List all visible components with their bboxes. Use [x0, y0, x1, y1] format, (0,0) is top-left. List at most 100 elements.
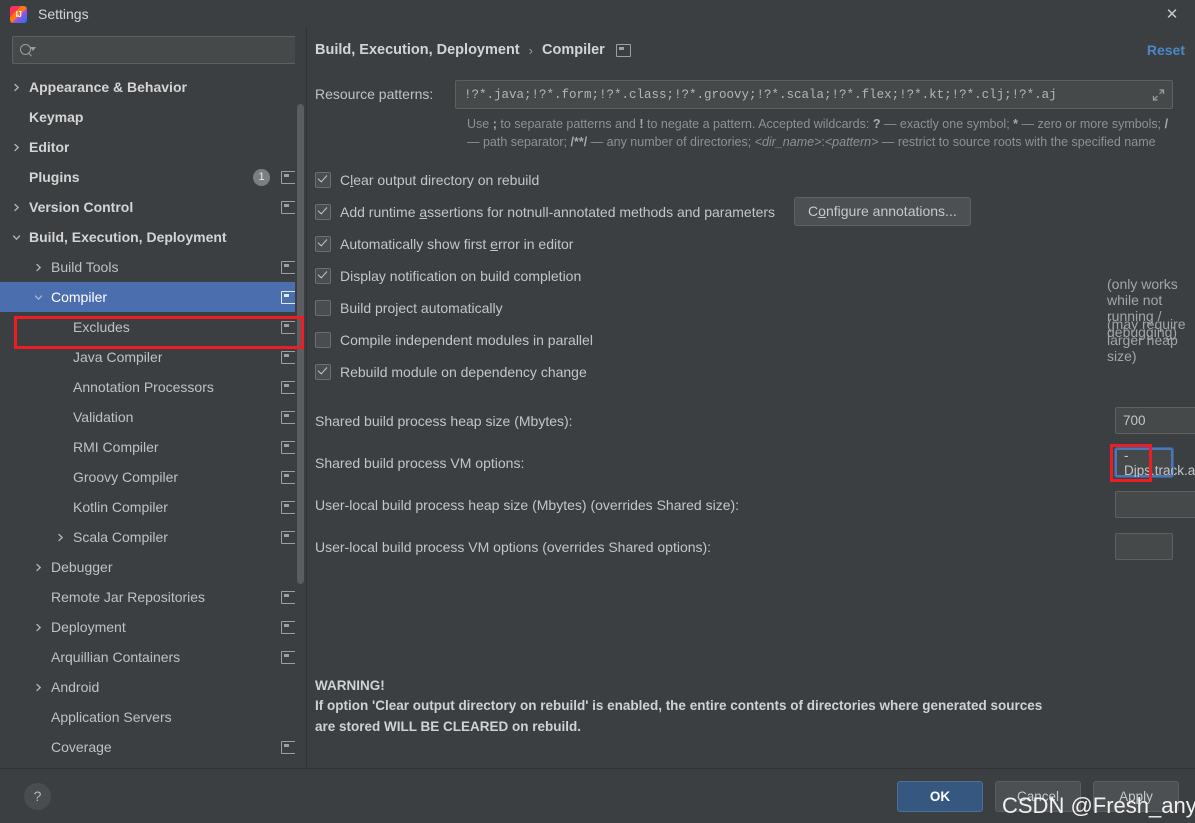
option-row: Compile independent modules in parallel (… [315, 316, 1195, 364]
compiler-options-list: Clear output directory on rebuild Add run… [307, 164, 1195, 388]
project-settings-icon [281, 740, 296, 754]
checkbox-label[interactable]: Build project automatically [340, 300, 503, 316]
sidebar-item-editor[interactable]: Editor [0, 132, 306, 162]
checkbox[interactable] [315, 235, 331, 252]
label-mnemonic: e [490, 235, 498, 252]
checkbox-label[interactable]: Automatically show first error in editor [340, 236, 573, 252]
sidebar-item-label: Arquillian Containers [51, 649, 181, 665]
search-input[interactable] [35, 41, 289, 59]
sidebar-item-rmi-compiler[interactable]: RMI Compiler [0, 432, 306, 462]
checkbox[interactable] [315, 331, 331, 348]
sidebar-item-android[interactable]: Android [0, 672, 306, 702]
resource-patterns-label: Resource patterns: [315, 86, 434, 102]
sidebar-item-excludes[interactable]: Excludes [0, 312, 306, 342]
label-post: ear output directory on rebuild [353, 171, 540, 188]
chevron-right-icon[interactable] [10, 83, 23, 92]
dialog-footer: ? OK Cancel Apply [0, 768, 1195, 823]
sidebar-item-label: Build Tools [51, 259, 119, 275]
configure-annotations-button[interactable]: Configure annotations... [794, 197, 971, 226]
heap-size-input[interactable]: 700 [1115, 407, 1195, 434]
breadcrumb-parent[interactable]: Build, Execution, Deployment [315, 42, 520, 58]
checkbox[interactable] [315, 171, 331, 188]
resource-patterns-input[interactable]: !?*.java;!?*.form;!?*.class;!?*.groovy;!… [455, 80, 1173, 109]
search-box[interactable] [12, 36, 297, 64]
chevron-right-icon[interactable] [54, 533, 67, 542]
field-label: Shared build process VM options: [315, 454, 525, 471]
chevron-down-icon[interactable] [32, 293, 45, 302]
help-button[interactable]: ? [24, 782, 51, 810]
project-settings-icon [281, 200, 296, 214]
close-icon[interactable]: ✕ [1149, 0, 1195, 28]
checkbox[interactable] [315, 363, 331, 380]
chevron-right-icon[interactable] [32, 623, 45, 632]
warning-message: WARNING! If option 'Clear output directo… [315, 676, 1177, 737]
sidebar-item-label: Plugins [29, 169, 80, 185]
label-mnemonic: a [419, 203, 428, 220]
sidebar-item-keymap[interactable]: Keymap [0, 102, 306, 132]
sidebar-item-build-tools[interactable]: Build Tools [0, 252, 306, 282]
checkbox[interactable] [315, 299, 331, 316]
vm-options-input[interactable] [1115, 533, 1173, 560]
checkbox[interactable] [315, 267, 331, 284]
field-label: Shared build process heap size (Mbytes): [315, 412, 573, 429]
project-settings-icon [281, 530, 296, 544]
sidebar-item-build-execution-deployment[interactable]: Build, Execution, Deployment [0, 222, 306, 252]
sidebar-item-remote-jar-repositories[interactable]: Remote Jar Repositories [0, 582, 306, 612]
sidebar-item-java-compiler[interactable]: Java Compiler [0, 342, 306, 372]
checkbox-label[interactable]: Compile independent modules in parallel [340, 332, 593, 348]
checkbox-label[interactable]: Rebuild module on dependency change [340, 364, 587, 380]
project-settings-icon [281, 470, 296, 484]
sidebar-item-plugins[interactable]: Plugins 1 [0, 162, 306, 192]
field-label: User-local build process heap size (Mbyt… [315, 496, 740, 513]
sidebar-item-kotlin-compiler[interactable]: Kotlin Compiler [0, 492, 306, 522]
sidebar-item-label: Editor [29, 139, 70, 155]
sidebar-item-label: Excludes [73, 319, 130, 335]
chevron-right-icon[interactable] [32, 563, 45, 572]
checkbox-label[interactable]: Clear output directory on rebuild [340, 172, 539, 188]
sidebar-item-scala-compiler[interactable]: Scala Compiler [0, 522, 306, 552]
field-value: 700 [1123, 413, 1146, 428]
heap-size-input[interactable] [1115, 491, 1195, 518]
reset-link[interactable]: Reset [1147, 42, 1185, 58]
chevron-right-icon[interactable] [32, 683, 45, 692]
sidebar-item-annotation-processors[interactable]: Annotation Processors [0, 372, 306, 402]
vm-options-input[interactable]: -Djps.track.ap.dependencies=false [1114, 447, 1195, 478]
sidebar-item-coverage[interactable]: Coverage [0, 732, 306, 762]
resource-patterns-row: Resource patterns: !?*.java;!?*.form;!?*… [315, 80, 1195, 109]
footer-actions: OK Cancel Apply [897, 780, 1179, 812]
sidebar-item-compiler[interactable]: Compiler [0, 282, 306, 312]
sidebar-item-validation[interactable]: Validation [0, 402, 306, 432]
apply-button[interactable]: Apply [1093, 780, 1179, 812]
chevron-right-icon[interactable] [10, 203, 23, 212]
sidebar-item-groovy-compiler[interactable]: Groovy Compiler [0, 462, 306, 492]
checkbox-label[interactable]: Display notification on build completion [340, 268, 581, 284]
warning-line-2: are stored WILL BE CLEARED on rebuild. [315, 718, 582, 734]
sidebar-item-version-control[interactable]: Version Control [0, 192, 306, 222]
breadcrumb: Build, Execution, Deployment › Compiler [307, 28, 1195, 58]
project-settings-icon [281, 620, 296, 634]
sidebar-item-application-servers[interactable]: Application Servers [0, 702, 306, 732]
sidebar-item-label: Validation [73, 409, 134, 425]
sidebar-item-arquillian-containers[interactable]: Arquillian Containers [0, 642, 306, 672]
chevron-right-icon[interactable] [32, 263, 45, 272]
project-settings-icon [281, 410, 296, 424]
settings-tree[interactable]: Appearance & Behavior Keymap Editor Plugins… [0, 70, 306, 768]
expand-icon[interactable] [1152, 88, 1165, 101]
sidebar-item-label: Build, Execution, Deployment [29, 229, 227, 245]
project-settings-icon [281, 260, 296, 274]
chevron-right-icon[interactable] [10, 143, 23, 152]
sidebar-item-label: Coverage [51, 739, 112, 755]
sidebar-scrollbar-thumb[interactable] [297, 104, 304, 584]
chevron-down-icon[interactable] [10, 233, 23, 242]
project-settings-icon [615, 43, 631, 57]
sidebar-item-deployment[interactable]: Deployment [0, 612, 306, 642]
cancel-button[interactable]: Cancel [995, 780, 1081, 812]
project-settings-icon [281, 380, 296, 394]
option-row: Build project automatically (only works w… [315, 276, 1195, 340]
sidebar-item-debugger[interactable]: Debugger [0, 552, 306, 582]
label-pre: Compile independent modules in parallel [340, 331, 593, 348]
sidebar-item-appearance-behavior[interactable]: Appearance & Behavior [0, 72, 306, 102]
ok-button[interactable]: OK [897, 780, 983, 812]
checkbox[interactable] [315, 203, 331, 220]
checkbox-label[interactable]: Add runtime assertions for notnull-annot… [340, 204, 775, 220]
